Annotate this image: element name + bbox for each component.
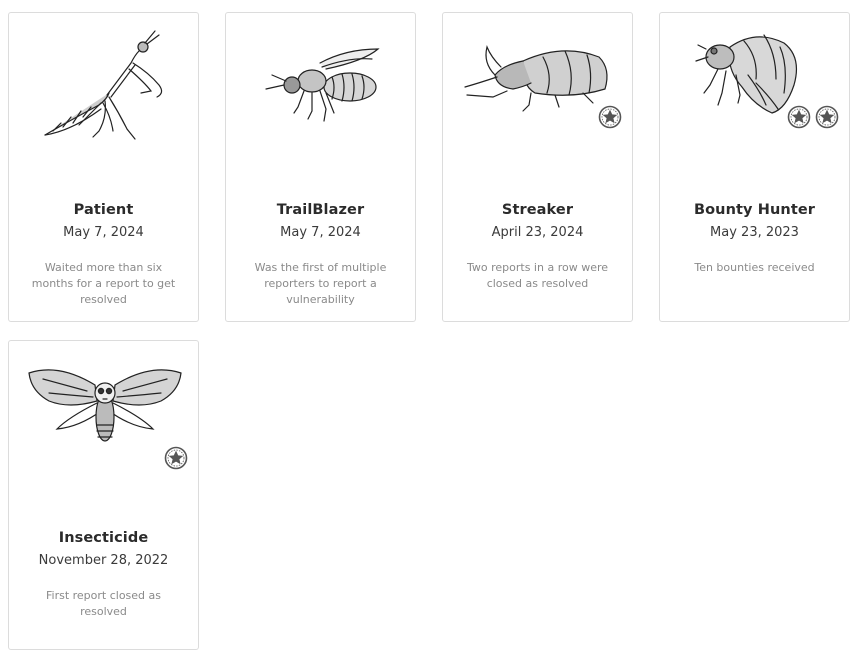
badge-title: Insecticide	[58, 530, 149, 546]
star-badges	[164, 446, 188, 470]
badge-description: Two reports in a row were closed as reso…	[466, 261, 609, 290]
badge-title: Streaker	[501, 202, 574, 218]
badge-date: November 28, 2022	[38, 553, 169, 568]
star-badge-icon	[815, 105, 839, 129]
badge-description: Ten bounties received	[694, 261, 815, 274]
badge-date: May 7, 2024	[280, 225, 361, 240]
badge-date: April 23, 2024	[491, 225, 584, 240]
star-badges	[598, 105, 622, 129]
badge-card-patient[interactable]: Patient May 7, 2024 Waited more than six…	[8, 12, 199, 322]
badge-card-trailblazer[interactable]: TrailBlazer May 7, 2024 Was the first of…	[225, 12, 416, 322]
badge-card-insecticide[interactable]: Insecticide November 28, 2022 First repo…	[8, 340, 199, 650]
badge-card-streaker[interactable]: Streaker April 23, 2024 Two reports in a…	[442, 12, 633, 322]
mantis-icon	[9, 13, 200, 153]
badge-title: Patient	[73, 202, 134, 218]
star-badge-icon	[787, 105, 811, 129]
cicada-icon	[660, 13, 851, 153]
badge-date: May 7, 2024	[63, 225, 144, 240]
star-badge-icon	[164, 446, 188, 470]
badge-title: TrailBlazer	[276, 202, 365, 218]
star-badges	[787, 105, 839, 129]
badge-date: May 23, 2023	[710, 225, 799, 240]
wasp-icon	[226, 13, 417, 153]
rhino-beetle-icon	[443, 13, 634, 153]
badge-description: Waited more than six months for a report…	[31, 261, 176, 306]
badge-card-bounty-hunter[interactable]: Bounty Hunter May 23, 2023 Ten bounties …	[659, 12, 850, 322]
star-badge-icon	[598, 105, 622, 129]
badge-description: First report closed as resolved	[45, 589, 162, 618]
badge-description: Was the first of multiple reporters to r…	[254, 261, 387, 306]
badge-title: Bounty Hunter	[693, 202, 816, 218]
